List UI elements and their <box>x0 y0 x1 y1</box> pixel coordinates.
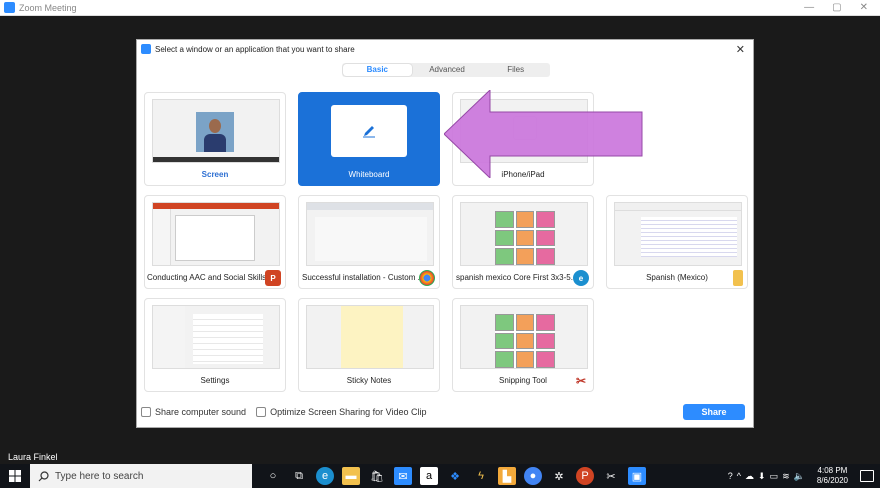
sticky-notes-thumbnail <box>306 305 434 369</box>
start-button[interactable] <box>0 464 30 488</box>
clock-date: 8/6/2020 <box>816 476 848 485</box>
taskbar-clock[interactable]: 4:08 PM 8/6/2020 <box>817 466 848 486</box>
share-item-label: Sticky Notes <box>346 376 392 385</box>
participant-name: Laura Finkel <box>8 452 58 462</box>
system-tray: ? ^ ☁ ⬇ ▭ ≋ 🔈 4:08 PM 8/6/2020 <box>728 466 880 486</box>
store-icon[interactable]: 🛍 <box>368 467 386 485</box>
arrow-annotation <box>444 90 643 178</box>
pen-icon <box>363 126 375 138</box>
share-item-whiteboard[interactable]: Whiteboard <box>298 92 440 186</box>
settings-thumbnail <box>152 305 280 369</box>
share-item-settings[interactable]: Settings <box>144 298 286 392</box>
taskbar-search-input[interactable]: Type here to search <box>30 464 252 488</box>
windows-taskbar: Type here to search ○ ⧉ e ▬ 🛍 ✉ a ❖ ϟ ▙ … <box>0 464 880 488</box>
chrome-icon <box>419 270 435 286</box>
edge-icon: e <box>573 270 589 286</box>
share-item-screen[interactable]: Screen <box>144 92 286 186</box>
battery-icon[interactable]: ▭ <box>770 471 779 482</box>
mail-icon[interactable]: ✉ <box>394 467 412 485</box>
tab-files[interactable]: Files <box>481 63 550 77</box>
search-icon <box>38 470 49 481</box>
powerpoint-icon[interactable]: P <box>576 467 594 485</box>
taskbar-apps: ○ ⧉ e ▬ 🛍 ✉ a ❖ ϟ ▙ ● ✲ P ✂ ▣ <box>264 467 646 485</box>
zoom-window-titlebar: Zoom Meeting — ▢ ✕ <box>0 0 880 16</box>
windows-logo-icon <box>9 470 21 482</box>
share-dialog: Select a window or an application that y… <box>136 39 754 428</box>
dialog-header: Select a window or an application that y… <box>137 40 753 58</box>
tab-basic[interactable]: Basic <box>343 64 412 76</box>
task-view-icon[interactable]: ⧉ <box>290 467 308 485</box>
share-item-label: Screen <box>201 170 229 179</box>
share-item-label: Snipping Tool <box>499 376 547 385</box>
share-item-label: Spanish (Mexico) <box>646 273 708 282</box>
dropbox-icon[interactable]: ❖ <box>446 467 464 485</box>
close-icon[interactable]: ✕ <box>736 43 745 56</box>
notes-app-icon[interactable]: ▙ <box>498 467 516 485</box>
share-item-label: Successful installation - Custom ... <box>302 273 425 282</box>
notification-icon[interactable] <box>860 470 874 482</box>
clock-time: 4:08 PM <box>817 466 848 475</box>
edge-icon[interactable]: e <box>316 467 334 485</box>
optimize-label: Optimize Screen Sharing for Video Clip <box>270 407 427 417</box>
optimize-video-checkbox[interactable]: Optimize Screen Sharing for Video Clip <box>256 407 426 417</box>
share-button[interactable]: Share <box>683 404 745 420</box>
screen-thumbnail <box>152 99 280 163</box>
share-item-powerpoint[interactable]: Conducting AAC and Social Skills... P <box>144 195 286 289</box>
dialog-footer: Share computer sound Optimize Screen Sha… <box>137 397 753 427</box>
whiteboard-thumbnail <box>331 105 407 157</box>
share-item-chrome[interactable]: Successful installation - Custom ... <box>298 195 440 289</box>
file-explorer-icon[interactable]: ▬ <box>342 467 360 485</box>
tab-advanced[interactable]: Advanced <box>413 63 482 77</box>
zoom-app-icon <box>4 2 15 13</box>
lightning-icon[interactable]: ϟ <box>472 467 490 485</box>
share-item-label: spanish mexico Core First 3x3-5... <box>456 273 578 282</box>
zoom-icon[interactable]: ▣ <box>628 467 646 485</box>
cortana-icon[interactable]: ○ <box>264 467 282 485</box>
folder-icon <box>733 270 743 286</box>
snipping-tool-thumbnail <box>460 305 588 369</box>
wifi-icon[interactable]: ≋ <box>782 471 790 482</box>
usb-icon[interactable]: ⬇ <box>758 471 766 482</box>
share-item-sticky-notes[interactable]: Sticky Notes <box>298 298 440 392</box>
cloud-icon[interactable]: ☁ <box>745 471 754 482</box>
share-sound-checkbox[interactable]: Share computer sound <box>141 407 246 417</box>
scissors-icon: ✂ <box>575 374 587 388</box>
share-item-label: Whiteboard <box>348 170 390 179</box>
explorer-thumbnail <box>614 202 742 266</box>
share-item-label: Settings <box>200 376 230 385</box>
dialog-title: Select a window or an application that y… <box>155 44 355 54</box>
settings-icon[interactable]: ✲ <box>550 467 568 485</box>
share-item-label: Conducting AAC and Social Skills... <box>147 273 273 282</box>
amazon-icon[interactable]: a <box>420 467 438 485</box>
minimize-icon[interactable]: — <box>804 2 814 13</box>
checkbox-icon <box>256 407 267 417</box>
powerpoint-icon: P <box>265 270 281 286</box>
share-sound-label: Share computer sound <box>155 407 247 417</box>
share-tabs: Basic Advanced Files <box>342 63 550 77</box>
chrome-thumbnail <box>306 202 434 266</box>
share-item-edge[interactable]: spanish mexico Core First 3x3-5... e <box>452 195 594 289</box>
zoom-app-icon <box>141 44 151 54</box>
volume-icon[interactable]: 🔈 <box>794 471 805 482</box>
checkbox-icon <box>141 407 151 417</box>
search-placeholder: Type here to search <box>55 470 144 482</box>
aac-board-thumbnail <box>460 202 588 266</box>
maximize-icon[interactable]: ▢ <box>832 2 841 13</box>
share-item-file-explorer[interactable]: Spanish (Mexico) <box>606 195 748 289</box>
chrome-icon[interactable]: ● <box>524 467 542 485</box>
chevron-up-icon[interactable]: ^ <box>737 471 741 481</box>
powerpoint-thumbnail <box>152 202 280 266</box>
help-icon[interactable]: ? <box>728 471 733 481</box>
share-item-snipping-tool[interactable]: Snipping Tool ✂ <box>452 298 594 392</box>
snipping-tool-icon[interactable]: ✂ <box>602 467 620 485</box>
close-icon[interactable]: ✕ <box>860 2 868 13</box>
window-title: Zoom Meeting <box>19 2 77 13</box>
